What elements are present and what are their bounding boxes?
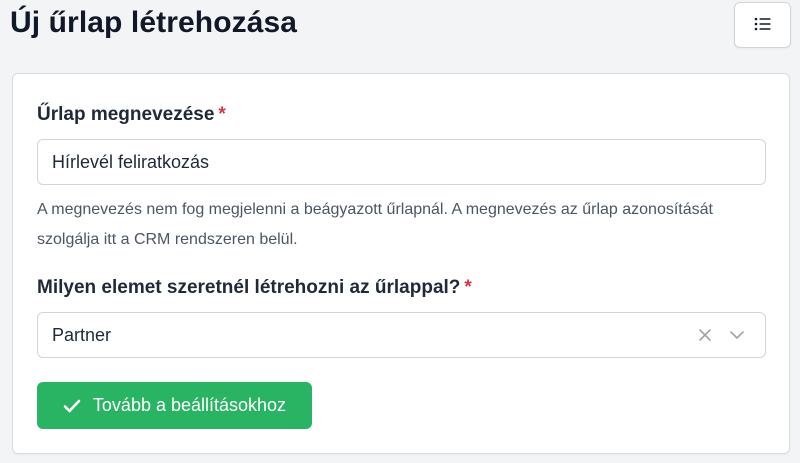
form-card: Űrlap megnevezése* A megnevezés nem fog … (12, 73, 790, 454)
form-name-label-text: Űrlap megnevezése (37, 104, 215, 125)
element-type-label-text: Milyen elemet szeretnél létrehozni az űr… (37, 277, 461, 298)
form-name-input[interactable] (37, 139, 766, 185)
check-icon (63, 399, 81, 413)
element-type-label: Milyen elemet szeretnél létrehozni az űr… (37, 277, 472, 299)
list-icon (753, 16, 773, 35)
continue-to-settings-button[interactable]: Tovább a beállításokhoz (37, 382, 312, 429)
element-type-selected-value: Partner (52, 324, 112, 345)
required-mark: * (218, 104, 226, 125)
form-name-label: Űrlap megnevezése * (37, 104, 226, 126)
chevron-down-icon[interactable] (723, 321, 751, 349)
menu-button[interactable] (734, 2, 791, 48)
continue-to-settings-label: Tovább a beállításokhoz (92, 395, 287, 415)
form-name-help-text: A megnevezés nem fog megjelenni a beágya… (37, 201, 713, 248)
required-mark: * (464, 277, 472, 298)
page-title: Új űrlap létrehozása (10, 6, 298, 39)
element-type-select[interactable]: Partner (37, 312, 766, 358)
close-icon[interactable] (691, 321, 719, 349)
